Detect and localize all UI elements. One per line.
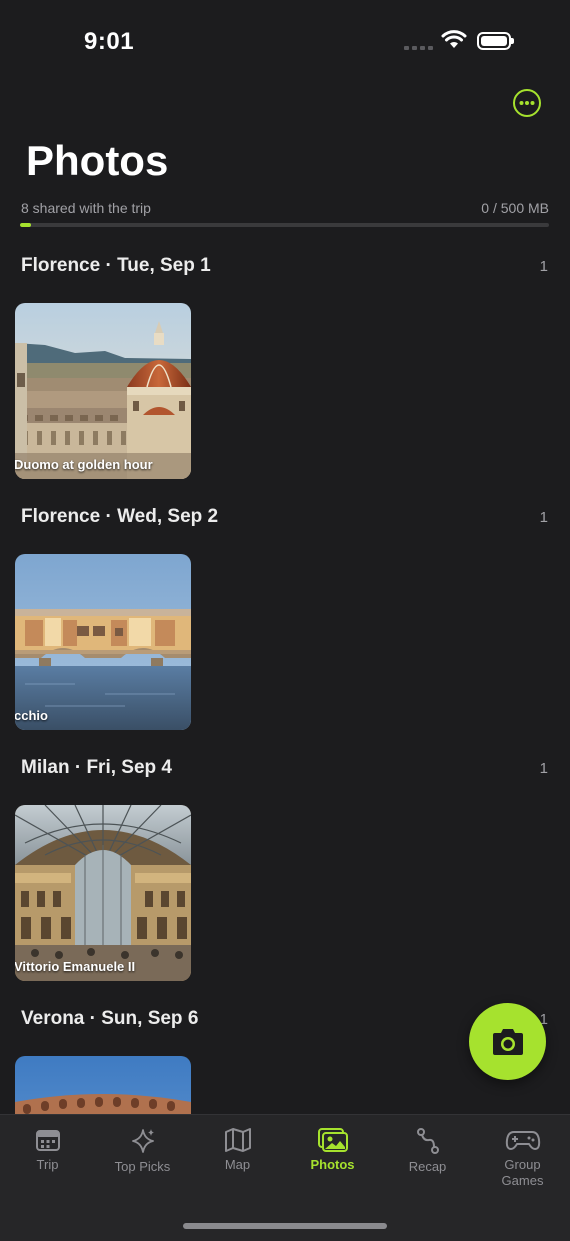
more-options-button[interactable] — [512, 88, 542, 118]
photo-thumbnail[interactable]: Duomo at golden hour — [15, 303, 191, 479]
status-bar: 9:01 — [0, 0, 570, 84]
verona-arena-photo — [15, 1056, 191, 1114]
photo-day-list[interactable]: Florence · Tue, Sep 1 1 Duomo at golden … — [0, 240, 570, 1114]
shared-count-caption: 8 shared with the trip — [21, 200, 151, 216]
day-section-title: Milan · Fri, Sep 4 — [21, 757, 172, 778]
cellular-signal-icon — [404, 46, 433, 50]
tab-bar: Trip Top Picks Map Photos Recap Group Ga… — [0, 1114, 570, 1241]
storage-usage: 0 / 500 MB — [481, 200, 549, 216]
day-photo-count: 1 — [539, 258, 548, 275]
day-section-title: Florence · Tue, Sep 1 — [21, 255, 211, 276]
day-photo-count: 1 — [539, 509, 548, 526]
day-section-title: Verona · Sun, Sep 6 — [21, 1008, 199, 1029]
day-photo-count: 1 — [539, 760, 548, 777]
ponte-vecchio-photo — [15, 554, 191, 730]
photo-thumbnail[interactable]: cchio — [15, 554, 191, 730]
status-time: 9:01 — [84, 28, 135, 55]
camera-icon — [492, 1028, 523, 1055]
tab-label: Top Picks — [114, 1159, 171, 1174]
tab-top-picks[interactable]: Top Picks — [95, 1127, 190, 1175]
page-title: Photos — [26, 137, 169, 184]
galleria-photo — [15, 805, 191, 981]
sparkle-icon — [131, 1129, 154, 1153]
tab-photos[interactable]: Photos — [285, 1127, 380, 1173]
home-indicator[interactable] — [183, 1223, 387, 1229]
photo-thumbnail[interactable]: Vittorio Emanuele II — [15, 805, 191, 981]
storage-progress-bar — [20, 223, 549, 227]
day-section-title: Florence · Wed, Sep 2 — [21, 506, 219, 527]
add-photo-button[interactable] — [469, 1003, 546, 1080]
battery-icon — [477, 32, 514, 50]
tab-label: Group Games — [501, 1157, 544, 1188]
route-icon — [416, 1128, 439, 1154]
wifi-icon — [441, 30, 467, 48]
florence-duomo-photo — [15, 303, 191, 479]
tab-label: Trip — [36, 1157, 59, 1172]
photos-icon — [317, 1128, 348, 1152]
photo-caption: Duomo at golden hour — [15, 457, 153, 472]
storage-progress-fill — [20, 223, 31, 227]
photo-caption: cchio — [15, 708, 48, 723]
calendar-icon — [35, 1130, 60, 1151]
tab-recap[interactable]: Recap — [380, 1127, 475, 1175]
day-section: Florence · Wed, Sep 2 1 cchio — [0, 491, 570, 742]
photo-caption: Vittorio Emanuele II — [15, 959, 136, 974]
tab-label: Photos — [310, 1157, 355, 1172]
map-icon — [224, 1128, 251, 1152]
tab-label: Map — [224, 1157, 251, 1172]
day-section: Milan · Fri, Sep 4 1 Vittorio Emanuele I… — [0, 742, 570, 993]
tab-map[interactable]: Map — [190, 1127, 285, 1173]
tab-label: Recap — [408, 1159, 447, 1174]
tab-trip[interactable]: Trip — [0, 1127, 95, 1173]
tab-group-games[interactable]: Group Games — [475, 1127, 570, 1189]
photo-thumbnail[interactable] — [15, 1056, 191, 1114]
day-section: Florence · Tue, Sep 1 1 Duomo at golden … — [0, 240, 570, 491]
gamepad-icon — [505, 1131, 540, 1150]
